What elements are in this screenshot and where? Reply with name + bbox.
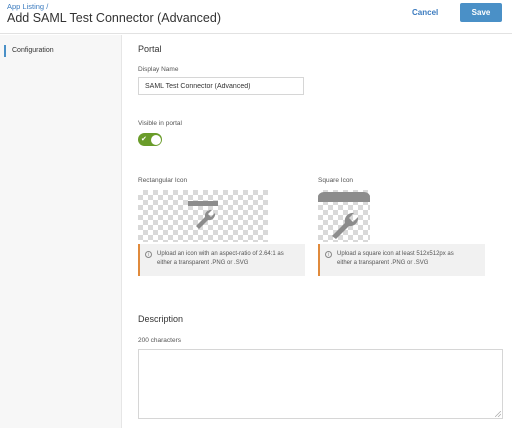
save-button[interactable]: Save bbox=[460, 3, 502, 22]
square-hint-line-1: Upload a square icon at least 512x512px … bbox=[337, 251, 454, 257]
cancel-button[interactable]: Cancel bbox=[412, 7, 438, 19]
info-icon: i bbox=[145, 251, 152, 258]
rectangular-icon-label: Rectangular Icon bbox=[138, 177, 188, 184]
info-icon: i bbox=[325, 251, 332, 258]
sidebar: Configuration bbox=[0, 35, 122, 428]
display-name-label: Display Name bbox=[138, 66, 179, 73]
description-section-title: Description bbox=[138, 314, 184, 324]
square-hint-line-2: either a transparent .PNG or .SVG bbox=[337, 260, 429, 266]
main-content: Portal Display Name Visible in portal ✔ … bbox=[123, 35, 512, 428]
toggle-knob bbox=[150, 134, 161, 145]
rectangular-icon-hint: i Upload an icon with an aspect-ratio of… bbox=[138, 244, 305, 276]
rectangular-icon-upload[interactable] bbox=[138, 190, 268, 242]
visible-in-portal-toggle[interactable]: ✔ bbox=[138, 133, 162, 146]
description-textarea[interactable] bbox=[138, 349, 503, 419]
wrench-icon bbox=[188, 201, 218, 229]
breadcrumb-app-listing[interactable]: App Listing / bbox=[7, 2, 48, 11]
visible-in-portal-label: Visible in portal bbox=[138, 120, 182, 127]
resize-grip-icon[interactable] bbox=[495, 411, 501, 417]
sidebar-item-configuration[interactable]: Configuration bbox=[4, 45, 120, 57]
page-title: Add SAML Test Connector (Advanced) bbox=[7, 11, 222, 25]
rect-hint-line-2: either a transparent .PNG or .SVG bbox=[157, 260, 249, 266]
rect-hint-line-1: Upload an icon with an aspect-ratio of 2… bbox=[157, 251, 284, 257]
check-icon: ✔ bbox=[141, 136, 147, 143]
header: App Listing / Add SAML Test Connector (A… bbox=[0, 0, 512, 34]
wrench-icon bbox=[318, 192, 370, 239]
display-name-input[interactable] bbox=[138, 77, 304, 95]
description-char-count: 200 characters bbox=[138, 337, 181, 344]
square-icon-upload[interactable] bbox=[318, 190, 370, 242]
portal-section-title: Portal bbox=[138, 44, 162, 54]
square-icon-label: Square Icon bbox=[318, 177, 354, 184]
square-icon-hint: i Upload a square icon at least 512x512p… bbox=[318, 244, 485, 276]
